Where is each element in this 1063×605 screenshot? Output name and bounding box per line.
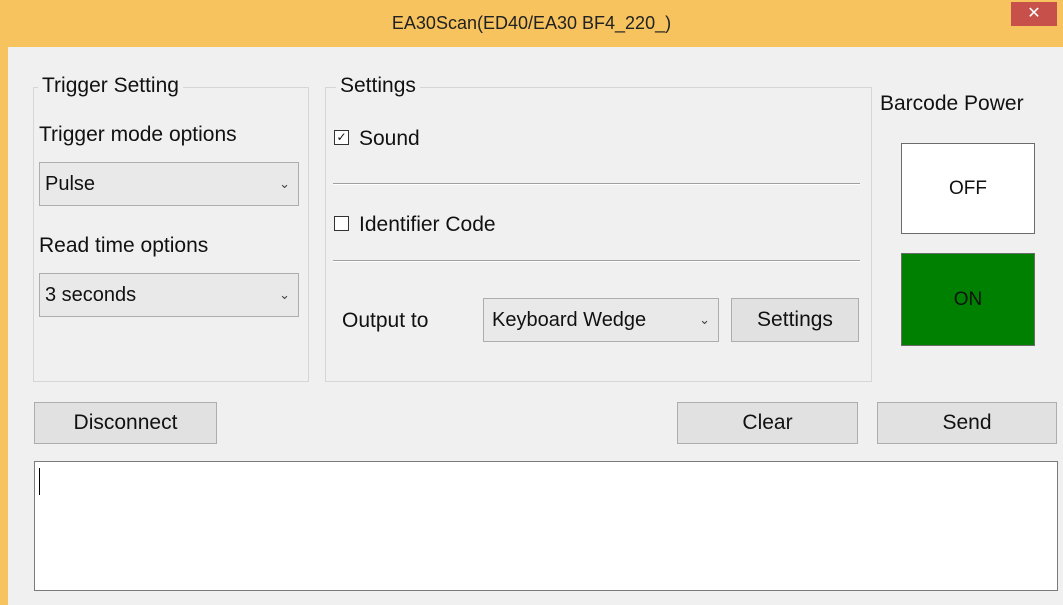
identifier-checkbox-icon [334,215,349,231]
trigger-mode-value: Pulse [45,173,96,195]
sound-check-icon: ✓ [334,129,349,145]
power-off-button[interactable]: OFF [901,143,1035,234]
settings-divider [333,183,860,185]
output-to-value: Keyboard Wedge [492,309,647,331]
window-title: EA30Scan(ED40/EA30 BF4_220_) [391,13,672,33]
read-time-label: Read time options [39,234,209,257]
chevron-down-icon: ⌄ [699,312,710,327]
disconnect-button[interactable]: Disconnect [34,402,217,444]
chevron-down-icon: ⌄ [279,176,290,191]
power-on-button[interactable]: ON [901,253,1035,346]
read-time-select[interactable]: 3 seconds ⌄ [39,273,299,317]
title-bar[interactable]: EA30Scan(ED40/EA30 BF4_220_) ✕ [0,0,1063,47]
clear-button[interactable]: Clear [677,402,858,444]
output-settings-button[interactable]: Settings [731,298,859,342]
barcode-power-label: Barcode Power [880,92,1024,115]
trigger-mode-select[interactable]: Pulse ⌄ [39,162,299,206]
close-icon: ✕ [1027,5,1041,22]
trigger-mode-label: Trigger mode options [39,123,237,146]
close-button[interactable]: ✕ [1011,2,1057,26]
settings-divider [333,260,860,262]
identifier-code-checkbox[interactable]: Identifier Code [334,213,496,237]
sound-label: Sound [359,127,420,150]
output-to-label: Output to [342,309,429,332]
send-button[interactable]: Send [877,402,1057,444]
output-to-select[interactable]: Keyboard Wedge ⌄ [483,298,719,342]
client-area: Trigger Setting Trigger mode options Pul… [8,47,1063,605]
identifier-code-label: Identifier Code [359,213,496,236]
scan-output-textarea[interactable] [34,461,1058,591]
trigger-setting-legend: Trigger Setting [38,74,183,98]
chevron-down-icon: ⌄ [279,287,290,302]
settings-legend: Settings [336,74,420,98]
read-time-value: 3 seconds [45,284,137,306]
text-caret [39,468,40,495]
sound-checkbox[interactable]: ✓ Sound [334,127,420,151]
